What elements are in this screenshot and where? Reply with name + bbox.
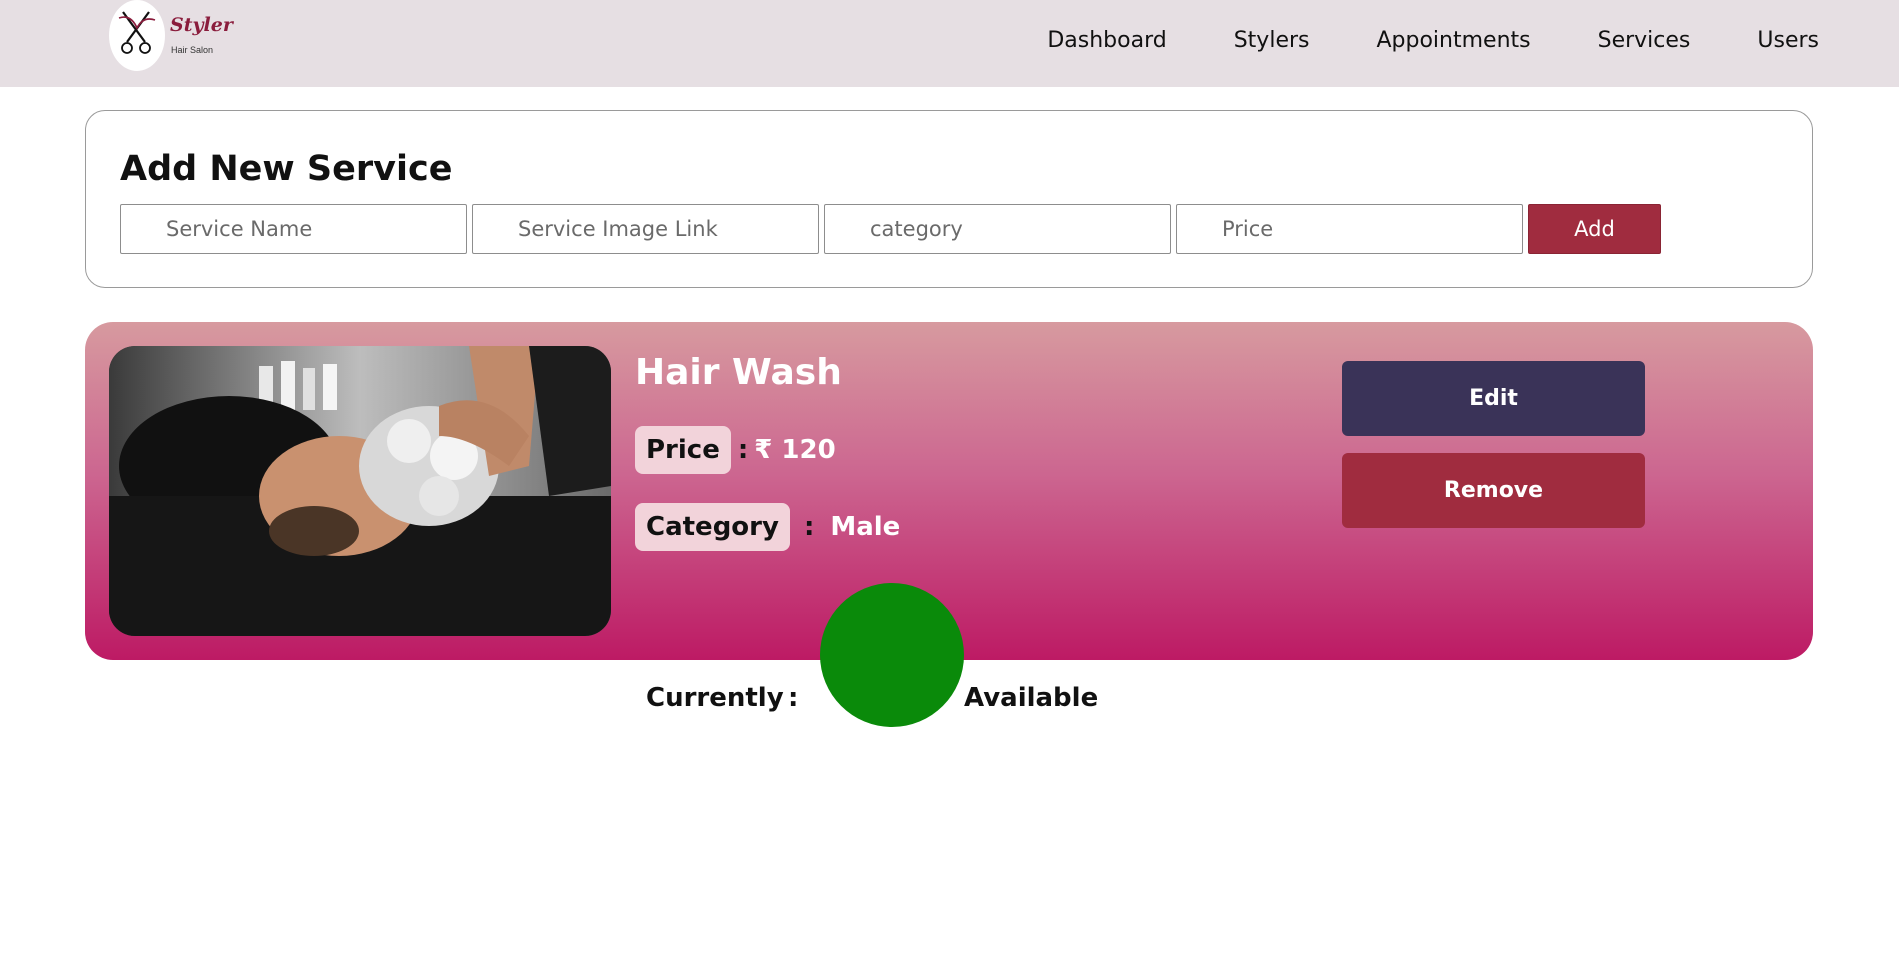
service-card: Hair Wash Price : ₹ 120 Category : Male … bbox=[85, 322, 1813, 660]
remove-button[interactable]: Remove bbox=[1342, 453, 1645, 528]
service-category-input[interactable] bbox=[824, 204, 1171, 254]
brand-subtitle: Hair Salon bbox=[171, 45, 214, 55]
add-service-title: Add New Service bbox=[120, 149, 453, 189]
price-value: ₹ 120 bbox=[754, 435, 836, 465]
status-value: Available bbox=[964, 683, 1099, 713]
service-image bbox=[109, 346, 611, 636]
service-price-input[interactable] bbox=[1176, 204, 1523, 254]
price-separator: : bbox=[737, 435, 749, 465]
brand-logo[interactable] bbox=[109, 0, 165, 71]
category-label: Category bbox=[635, 503, 790, 551]
price-row: Price : ₹ 120 bbox=[635, 426, 836, 474]
edit-button[interactable]: Edit bbox=[1342, 361, 1645, 436]
add-service-form: Add bbox=[120, 204, 1661, 254]
service-image-link-input[interactable] bbox=[472, 204, 819, 254]
status-separator: : bbox=[788, 683, 799, 713]
nav-stylers[interactable]: Stylers bbox=[1234, 28, 1310, 53]
status-label: Currently bbox=[646, 683, 784, 713]
top-navbar: Styler Hair Salon Dashboard Stylers Appo… bbox=[0, 0, 1899, 87]
nav-users[interactable]: Users bbox=[1757, 28, 1819, 53]
nav-dashboard[interactable]: Dashboard bbox=[1047, 28, 1166, 53]
brand-name: Styler bbox=[170, 14, 233, 36]
hair-wash-photo bbox=[109, 346, 611, 636]
scissors-icon bbox=[118, 11, 156, 54]
service-name-input[interactable] bbox=[120, 204, 467, 254]
add-service-panel: Add New Service Add bbox=[85, 110, 1813, 288]
add-service-button[interactable]: Add bbox=[1528, 204, 1661, 254]
main-nav: Dashboard Stylers Appointments Services … bbox=[1047, 0, 1819, 80]
category-value: Male bbox=[830, 512, 901, 542]
price-label: Price bbox=[635, 426, 731, 474]
availability-toggle[interactable] bbox=[820, 583, 964, 727]
nav-services[interactable]: Services bbox=[1598, 28, 1691, 53]
nav-appointments[interactable]: Appointments bbox=[1376, 28, 1530, 53]
category-row: Category : Male bbox=[635, 503, 900, 551]
service-title: Hair Wash bbox=[635, 352, 842, 393]
category-separator: : bbox=[803, 512, 815, 542]
